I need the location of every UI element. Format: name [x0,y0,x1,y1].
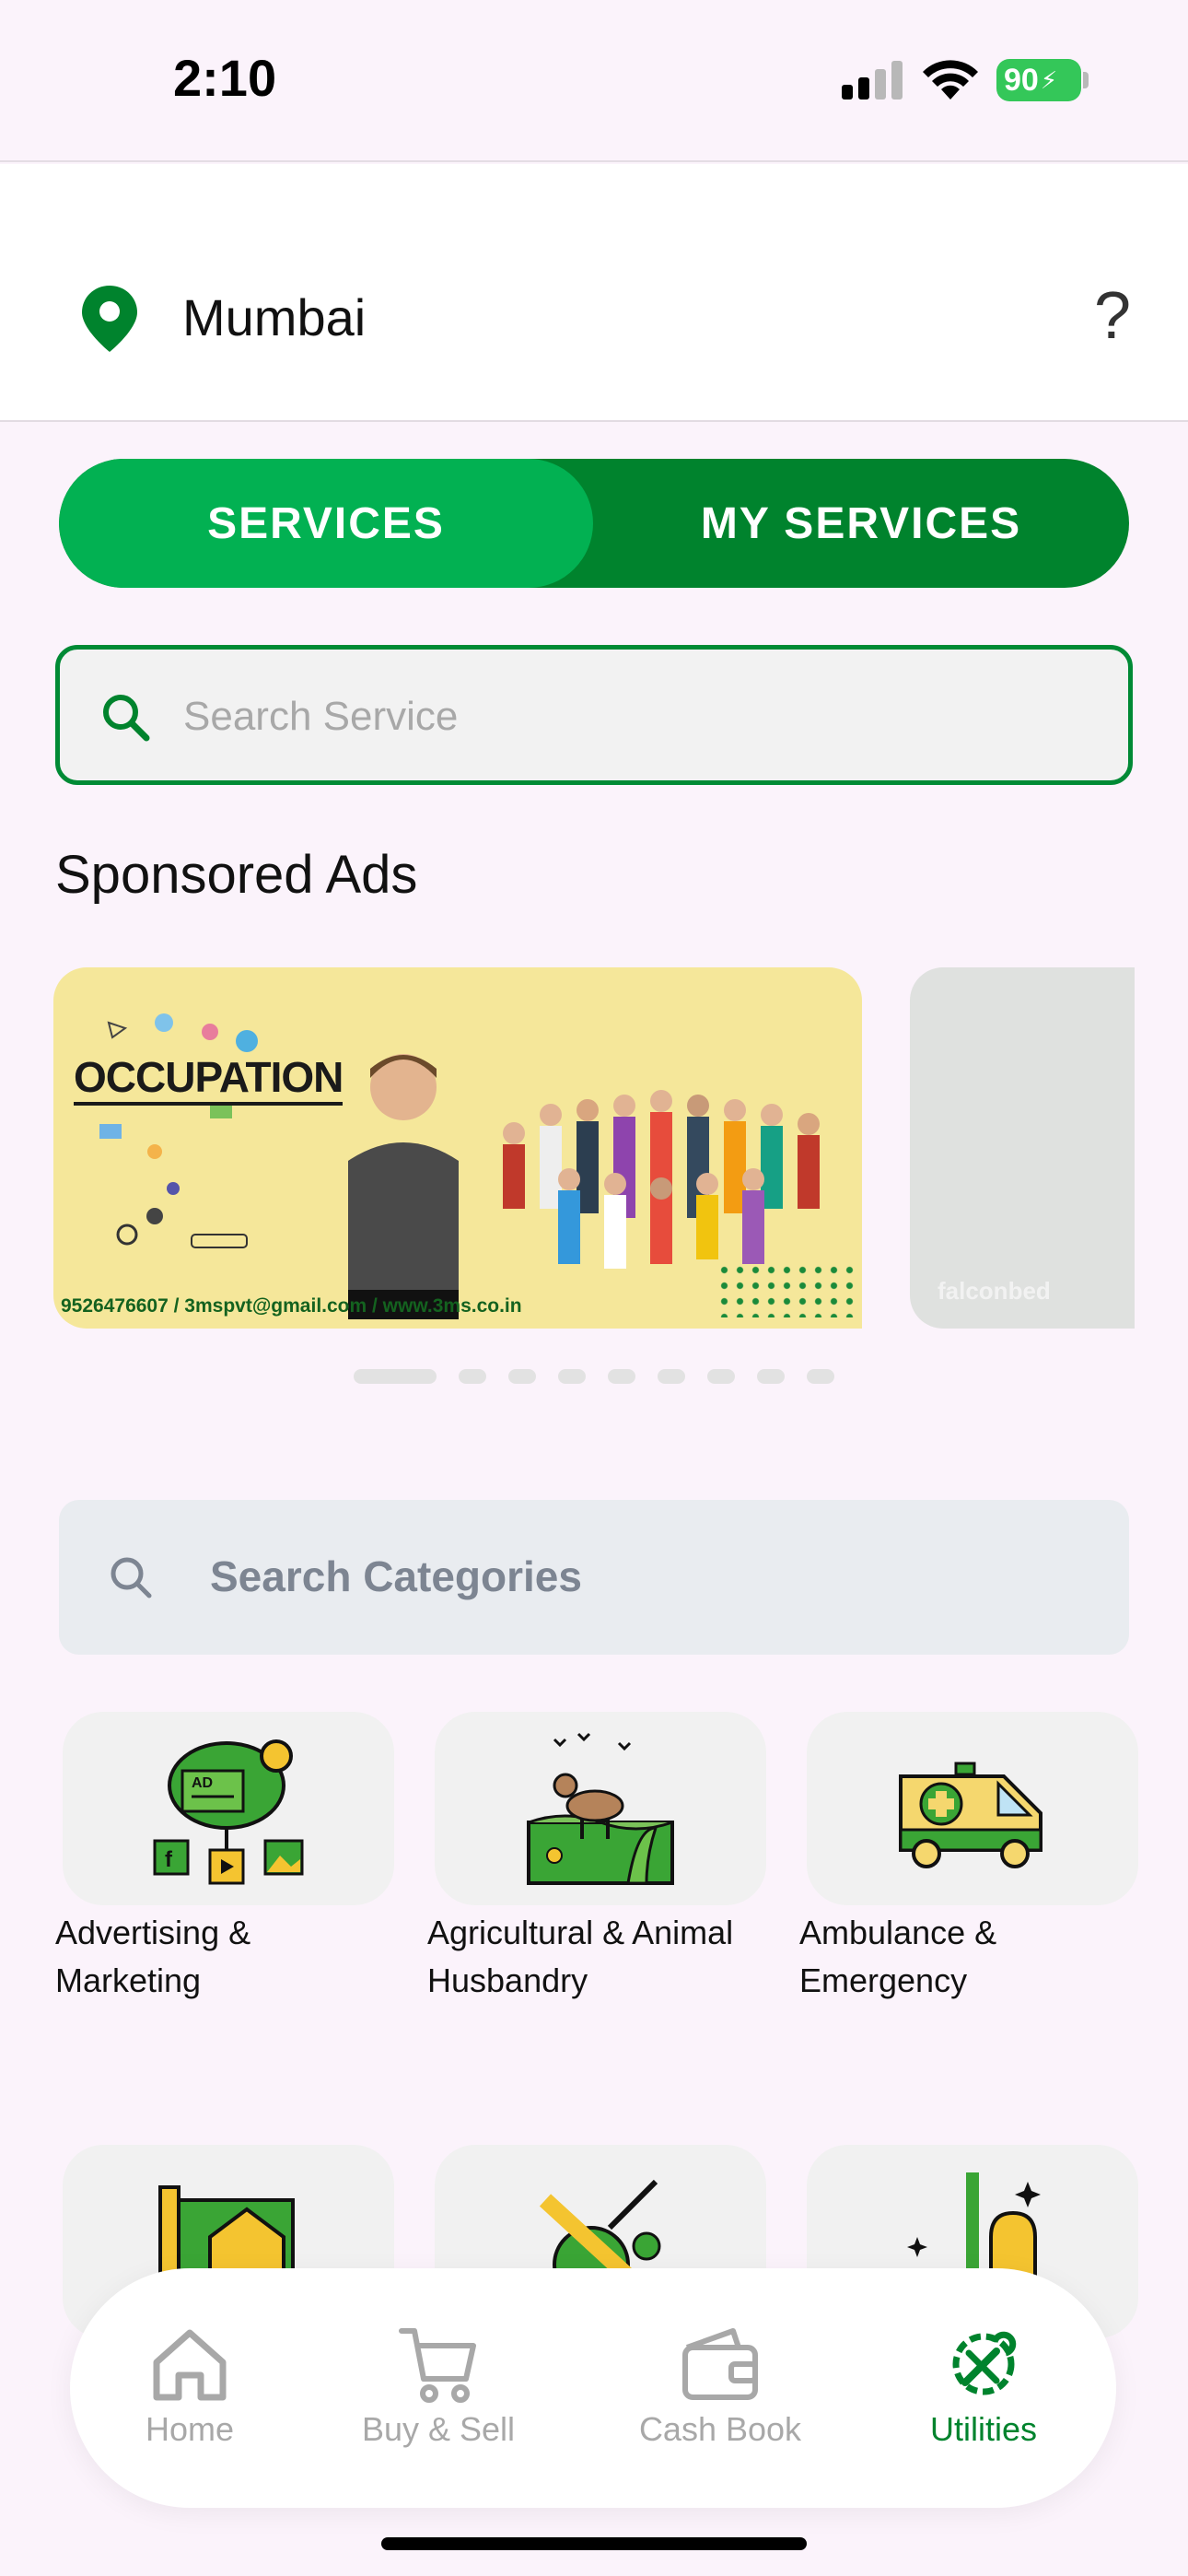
nav-buy-sell[interactable]: Buy & Sell [328,2322,549,2449]
ad-contact: 9526476607 / 3mspvt@gmail.com / www.3ms.… [61,1295,522,1317]
category-label-line: Husbandry [427,1961,588,1999]
ad-dot-pattern [716,1262,855,1317]
carousel-dot[interactable] [757,1369,785,1384]
carousel-dot[interactable] [558,1369,586,1384]
svg-text:f: f [165,1847,173,1872]
battery-cap [1083,72,1089,88]
carousel-dot[interactable] [658,1369,685,1384]
carousel-dot[interactable] [608,1369,635,1384]
ad-crowd-illustration [503,1090,820,1269]
category-label: Agricultural & Animal Husbandry [427,1909,786,2005]
search-icon [111,1557,152,1598]
status-bar: 2:10 90 ⚡ [0,0,1188,162]
carousel-dot-active[interactable] [354,1369,437,1384]
cellular-signal-icon [842,61,903,100]
category-label-line: Advertising & [55,1914,251,1951]
tools-icon [952,2331,1017,2395]
bottom-navigation: Home Buy & Sell Cash Book Utilities [70,2268,1116,2508]
nav-utilities-label: Utilities [929,2410,1037,2448]
help-icon[interactable]: ? [1094,278,1131,354]
search-service-placeholder: Search Service [183,694,459,739]
home-indicator[interactable] [381,2537,807,2550]
cart-icon [399,2328,476,2403]
services-toggle: MY SERVICES SERVICES [59,459,1129,588]
sponsored-ad-card[interactable]: OCCUPATION 9526476607 / 3mspvt@gmail.com… [53,967,862,1329]
category-label-line: Emergency [799,1961,968,1999]
svg-text:AD: AD [192,1775,213,1791]
ad-brand: falconbed [938,1277,1051,1305]
search-categories-placeholder: Search Categories [210,1552,582,1600]
ad-person-illustration [348,1054,459,1319]
category-label: Ambulance & Emergency [799,1909,1159,2005]
status-time: 2:10 [173,49,277,107]
location-city[interactable]: Mumbai [182,287,366,347]
sponsored-ad-card-next[interactable]: falconbed [910,967,1135,1329]
carousel-dot[interactable] [707,1369,735,1384]
category-label-line: Ambulance & [799,1914,997,1951]
tab-my-services[interactable]: MY SERVICES [593,459,1129,588]
goat-field-icon [527,1732,674,1885]
carousel-dot[interactable] [459,1369,486,1384]
nav-utilities[interactable]: Utilities [873,2322,1094,2449]
nav-cash-book[interactable]: Cash Book [610,2322,831,2449]
nav-home-label: Home [145,2410,235,2448]
wifi-icon [923,60,978,100]
battery-level: 90 [1004,62,1039,98]
advertising-tree-icon: AD f [153,1739,304,1885]
nav-buy-sell-label: Buy & Sell [361,2410,516,2448]
search-icon [103,695,150,742]
category-label-line: Marketing [55,1961,202,1999]
search-service-input[interactable]: Search Service [55,645,1133,785]
location-pin-icon[interactable] [79,284,140,354]
nav-home[interactable]: Home [79,2322,300,2449]
carousel-dot[interactable] [807,1369,834,1384]
category-label: Advertising & Marketing [55,1909,414,2005]
carousel-indicator [354,1369,851,1384]
home-icon [153,2329,227,2401]
sponsored-ads-title: Sponsored Ads [55,845,418,905]
category-label-line: Agricultural & Animal [427,1914,734,1951]
tab-services[interactable]: SERVICES [59,459,593,588]
carousel-dot[interactable] [508,1369,536,1384]
search-categories-input[interactable]: Search Categories [59,1500,1129,1655]
ambulance-icon [899,1762,1042,1868]
category-advertising[interactable]: AD f [63,1712,394,1905]
battery-icon: 90 ⚡ [996,59,1081,101]
category-ambulance[interactable] [807,1712,1138,1905]
nav-cash-book-label: Cash Book [638,2410,802,2448]
wallet-icon [682,2328,758,2400]
category-agricultural[interactable] [435,1712,766,1905]
location-header: Mumbai ? [0,164,1188,422]
